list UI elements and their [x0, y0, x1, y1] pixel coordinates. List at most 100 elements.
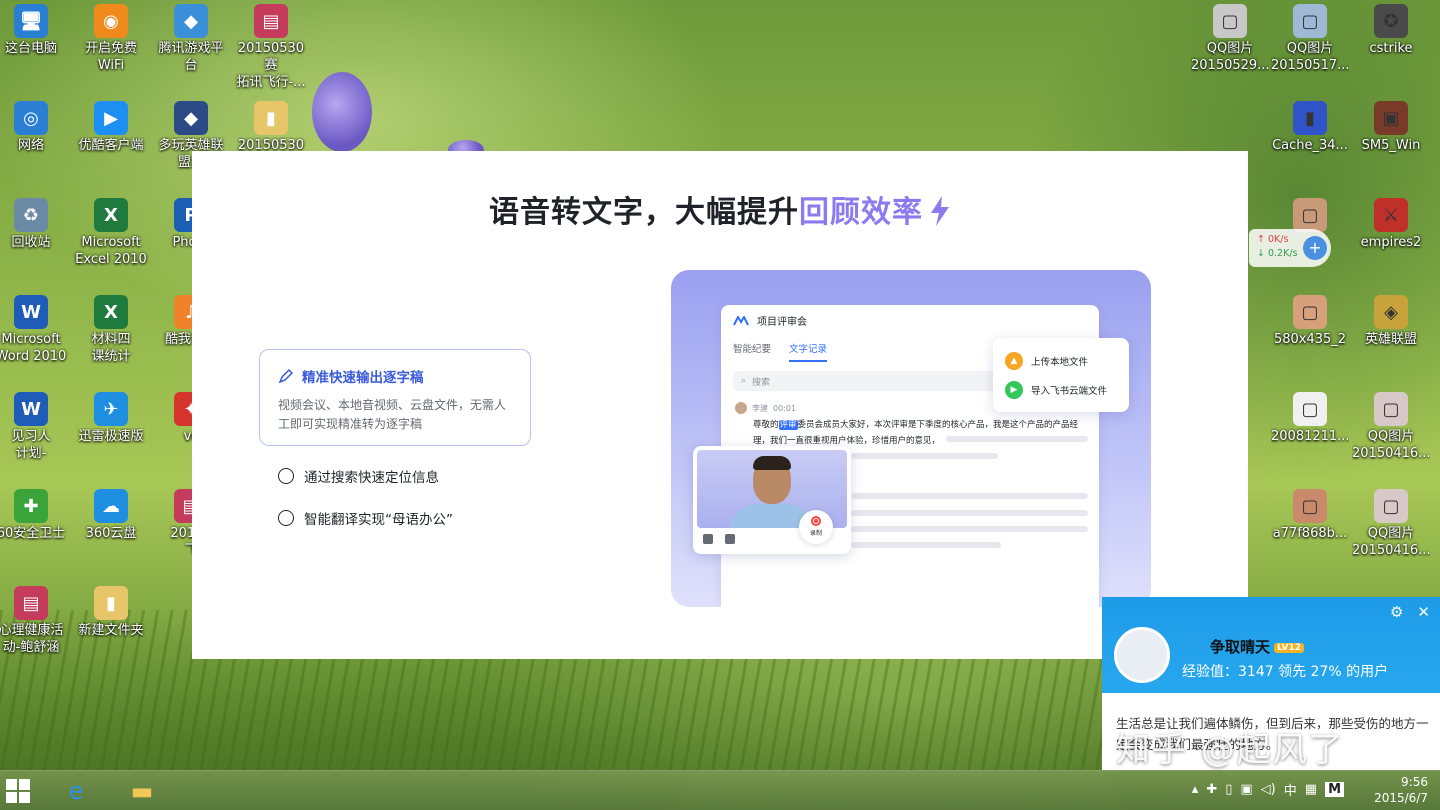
lol-icon: ◈ [1374, 295, 1408, 329]
desktop-icon-label: 材料四 课统计 [91, 332, 131, 364]
desktop-icon[interactable]: ▢ a77f868b... [1271, 489, 1349, 542]
desktop-icon[interactable]: X 材料四 课统计 [72, 295, 150, 365]
search-icon: ⌕ [741, 376, 747, 386]
clock-date: 2015/6/7 [1374, 791, 1428, 805]
desktop-icon[interactable]: ♻ 回收站 [0, 198, 70, 251]
ime-mode[interactable]: M [1325, 782, 1344, 797]
network-speed-widget[interactable]: ↑ 0K/s ↓ 0.2K/s + [1249, 229, 1331, 267]
gear-icon[interactable]: ⚙ [1390, 603, 1403, 621]
video-controls [703, 534, 735, 544]
ie-icon[interactable]: e [58, 774, 94, 808]
placeholder-line [946, 436, 1088, 442]
desktop-icon-label: QQ图片 20150416... [1352, 526, 1430, 558]
desktop-icon[interactable]: ▢ 20081211... [1271, 392, 1349, 445]
speaker-timestamp: 00:01 [773, 403, 797, 413]
taskbar: e ▬ ▴ ✚ ▯ ▣ ◁) 中 ▦ M 9:56 2015/6/7 [0, 770, 1440, 810]
menu-upload-local[interactable]: ▲ 上传本地文件 [1005, 346, 1117, 375]
desktop-icon[interactable]: W 见习人 计划- [0, 392, 70, 462]
app-mockup: 项目评审会 智能纪要 文字记录 ⌕ 搜索 李建 00:01 尊敬的评审委员会成员… [671, 270, 1151, 607]
desktop-icon-label: Cache_34... [1272, 138, 1348, 153]
desktop-icon[interactable]: ▮ 新建文件夹 [72, 586, 150, 639]
pen-icon [278, 368, 294, 384]
feature-search[interactable]: 通过搜索快速定位信息 [278, 466, 439, 486]
system-tray: ▴ ✚ ▯ ▣ ◁) 中 ▦ M [1192, 780, 1344, 799]
desktop-icon-label: QQ图片 20150517... [1271, 41, 1349, 73]
desktop-icon[interactable]: ▤ 20150530赛 拓讯飞行-... [232, 4, 310, 91]
desktop-icon[interactable]: ▢ QQ图片 20150416... [1352, 489, 1430, 559]
tab-summary[interactable]: 智能纪要 [733, 341, 771, 362]
meeting-title: 项目评审会 [757, 317, 807, 328]
avatar[interactable] [1114, 627, 1170, 683]
desktop-icon-label: Microsoft Word 2010 [0, 332, 67, 364]
keyboard-icon[interactable]: ▦ [1305, 782, 1317, 797]
desktop-icon[interactable]: ▢ QQ图片 20150529... [1191, 4, 1269, 74]
mockup-search[interactable]: ⌕ 搜索 [733, 371, 1003, 391]
360-tray-icon[interactable]: ✚ [1206, 782, 1217, 797]
image-file-icon: ▢ [1293, 4, 1327, 38]
feature-translate[interactable]: 智能翻译实现“母语办公” [278, 508, 453, 528]
close-icon[interactable]: ✕ [1417, 603, 1430, 621]
ime-indicator[interactable]: 中 [1284, 780, 1297, 799]
sm5-icon: ▣ [1374, 101, 1408, 135]
desktop-icon-label: QQ图片 20150416... [1352, 429, 1430, 461]
placeholder-line [851, 493, 1088, 499]
desktop-icon-label: QQ图片 20150529... [1191, 41, 1269, 73]
desktop-icon[interactable]: ◈ 英雄联盟 [1352, 295, 1430, 348]
desktop-icon-label: a77f868b... [1272, 526, 1348, 541]
desktop-icon[interactable]: W Microsoft Word 2010 [0, 295, 70, 365]
clock[interactable]: 9:56 2015/6/7 [1374, 774, 1428, 806]
recycle-bin-icon: ♻ [14, 198, 48, 232]
tab-transcript[interactable]: 文字记录 [789, 341, 828, 362]
desktop-icon[interactable]: ✪ cstrike [1352, 4, 1430, 57]
slide-title: 语音转文字，大幅提升回顾效率 [192, 187, 1248, 231]
desktop-icon[interactable]: ▶ 优酷客户端 [72, 101, 150, 154]
chevron-up-icon[interactable]: ▴ [1192, 782, 1199, 797]
start-button[interactable] [2, 775, 34, 807]
video-card: 录制 [693, 446, 851, 554]
microphone-icon[interactable] [703, 534, 713, 544]
avatar [735, 402, 747, 414]
xunlei-icon: ✈ [94, 392, 128, 426]
desktop-icon-label: 580x435_2 [1273, 332, 1347, 347]
desktop-icon[interactable]: ▢ 580x435_2 [1271, 295, 1349, 348]
feature-card-transcript[interactable]: 精准快速输出逐字稿 视频会议、本地音视频、云盘文件，无需人工即可实现精准转为逐字… [259, 349, 531, 446]
mockup-tabs: 智能纪要 文字记录 [733, 341, 828, 362]
youku-icon: ▶ [94, 101, 128, 135]
desktop-icon[interactable]: ▮ Cache_34... [1271, 101, 1349, 154]
cloud-icon: ☁ [94, 489, 128, 523]
menu-upload-label: 上传本地文件 [1031, 356, 1089, 368]
desktop-icon[interactable]: ✈ 迅雷极速版 [72, 392, 150, 445]
desktop-icon-label: empires2 [1360, 235, 1422, 250]
battery-icon[interactable]: ▯ [1225, 782, 1232, 797]
desktop-icon[interactable]: ◎ 网络 [0, 101, 70, 154]
image-file-icon: ▢ [1293, 198, 1327, 232]
volume-icon[interactable]: ◁) [1261, 782, 1276, 797]
menu-import-label: 导入飞书云端文件 [1031, 385, 1108, 397]
feature-card-title: 精准快速输出逐字稿 [302, 370, 424, 386]
record-button[interactable]: 录制 [799, 510, 833, 544]
camera-icon[interactable] [725, 534, 735, 544]
desktop-icon[interactable]: ◆ 腾讯游戏平 台 [152, 4, 230, 74]
desktop-icon-label: 腾讯游戏平 台 [158, 41, 224, 73]
word-file-icon: W [14, 392, 48, 426]
desktop-icon[interactable]: 🖥 这台电脑 [0, 4, 70, 57]
desktop-icon[interactable]: X Microsoft Excel 2010 [72, 198, 150, 268]
network-icon[interactable]: ▣ [1240, 782, 1252, 797]
desktop-icon[interactable]: ◉ 开启免费 WiFi [72, 4, 150, 74]
desktop-icon[interactable]: ▢ QQ图片 20150416... [1352, 392, 1430, 462]
excel-icon: X [94, 198, 128, 232]
desktop-icon[interactable]: ▣ SM5_Win [1352, 101, 1430, 154]
wallpaper-flower [312, 72, 372, 152]
desktop-icon[interactable]: ▤ 心理健康活 动-鲍舒涵 [0, 586, 70, 656]
add-icon[interactable]: + [1303, 236, 1327, 260]
desktop-icon-label: 这台电脑 [4, 41, 57, 56]
desktop-icon[interactable]: ✚ 60安全卫士 [0, 489, 70, 542]
desktop-icon[interactable]: ⚔ empires2 [1352, 198, 1430, 251]
desktop-icon-label: SM5_Win [1361, 138, 1421, 153]
desktop-icon[interactable]: ☁ 360云盘 [72, 489, 150, 542]
word-icon: W [14, 295, 48, 329]
desktop-icon-label: 英雄联盟 [1364, 332, 1417, 347]
desktop-icon[interactable]: ▢ QQ图片 20150517... [1271, 4, 1349, 74]
menu-import-cloud[interactable]: ▶ 导入飞书云端文件 [1005, 375, 1117, 404]
file-explorer-icon[interactable]: ▬ [124, 774, 160, 808]
